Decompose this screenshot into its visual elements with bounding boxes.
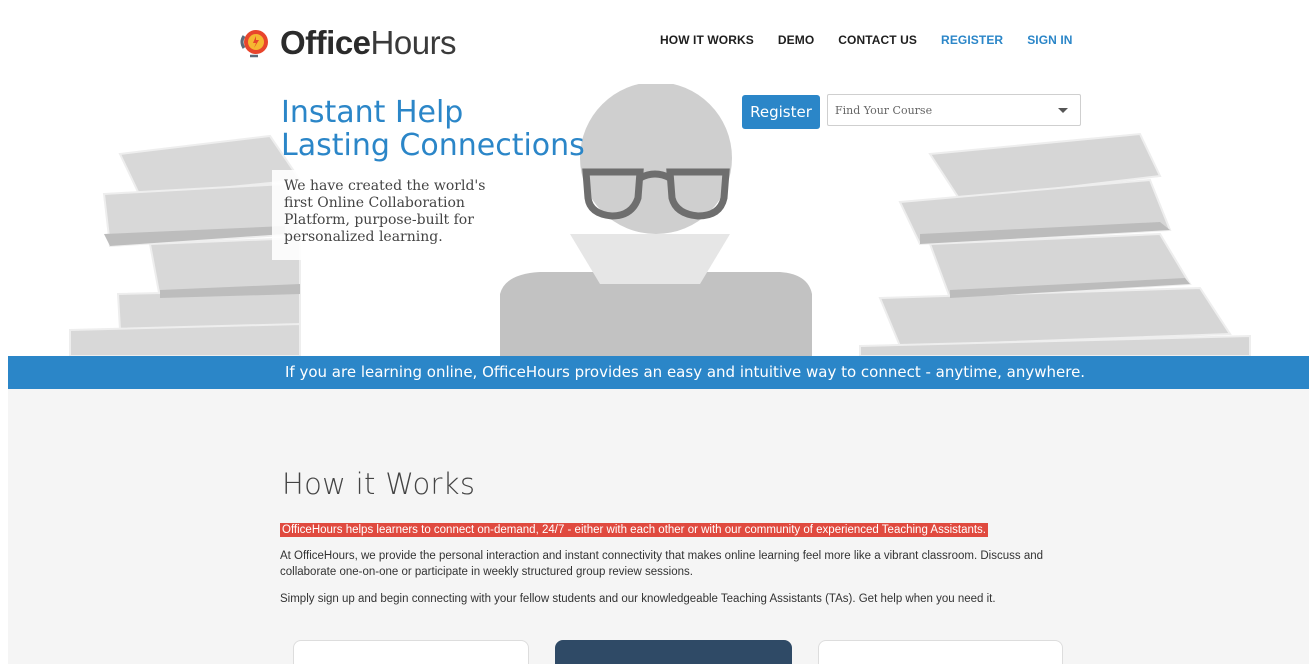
course-select-placeholder: Find Your Course xyxy=(835,104,933,117)
nav-sign-in[interactable]: SIGN IN xyxy=(1027,33,1072,47)
screenshot-thumbnail-video[interactable] xyxy=(555,640,792,664)
nav-register[interactable]: REGISTER xyxy=(941,33,1003,47)
chevron-down-icon xyxy=(1058,108,1068,113)
logo[interactable]: OfficeHours xyxy=(238,23,457,63)
register-button[interactable]: Register xyxy=(742,95,820,129)
logo-icon xyxy=(238,26,272,60)
tagline-text: If you are learning online, OfficeHours … xyxy=(285,363,1086,381)
hero-title: Instant Help Lasting Connections xyxy=(281,95,585,163)
how-it-works-section: How it Works OfficeHours helps learners … xyxy=(8,389,1309,664)
section-title: How it Works xyxy=(282,467,476,501)
hero-section: Instant Help Lasting Connections We have… xyxy=(0,84,1309,356)
tagline-band: If you are learning online, OfficeHours … xyxy=(8,356,1309,389)
nav-how-it-works[interactable]: HOW IT WORKS xyxy=(660,33,754,47)
screenshot-thumbnail-profile[interactable] xyxy=(293,640,529,664)
nav-contact-us[interactable]: CONTACT US xyxy=(838,33,917,47)
main-nav: HOW IT WORKS DEMO CONTACT US REGISTER SI… xyxy=(660,33,1097,47)
site-header: OfficeHours HOW IT WORKS DEMO CONTACT US… xyxy=(0,0,1309,84)
paragraph-signup: Simply sign up and begin connecting with… xyxy=(280,593,996,605)
highlight-text: OfficeHours helps learners to connect on… xyxy=(280,523,989,537)
paragraph-intro: At OfficeHours, we provide the personal … xyxy=(280,550,1044,578)
hero-illustration xyxy=(69,84,1251,356)
nav-demo[interactable]: DEMO xyxy=(778,33,814,47)
hero-description: We have created the world's first Online… xyxy=(272,170,524,260)
find-course-select[interactable]: Find Your Course xyxy=(827,94,1081,126)
logo-wordmark: OfficeHours xyxy=(280,24,457,61)
screenshot-thumbnail-workspace[interactable] xyxy=(818,640,1063,664)
